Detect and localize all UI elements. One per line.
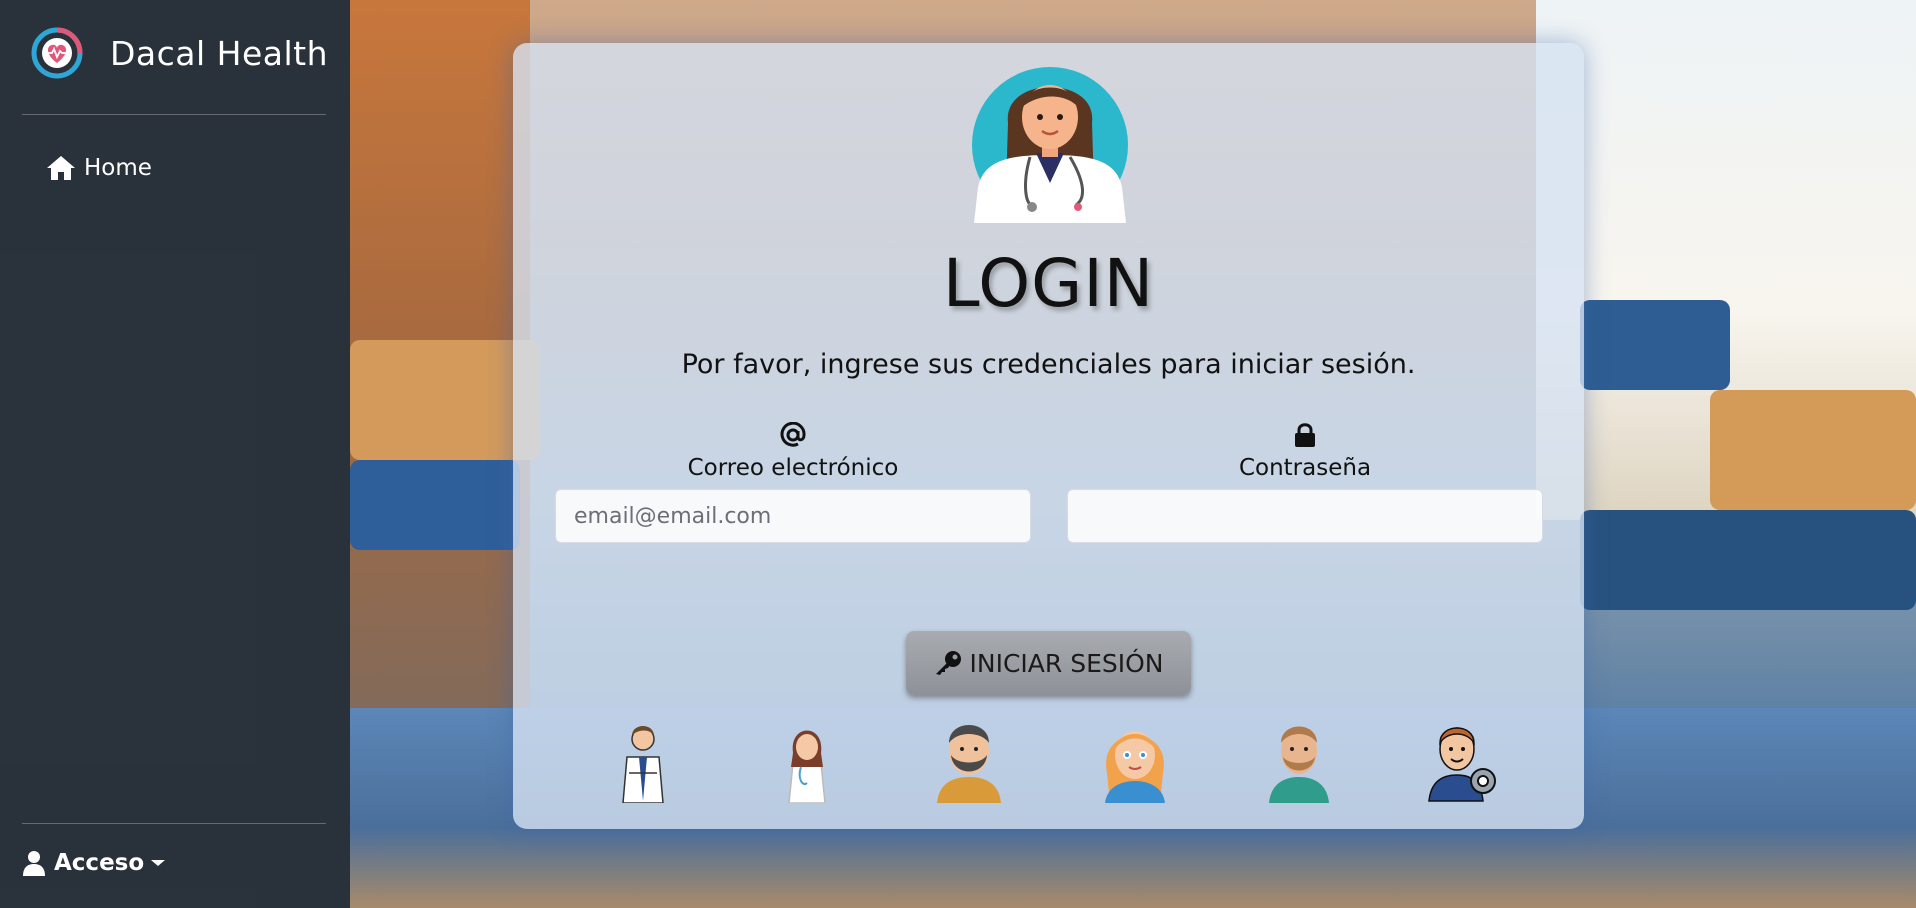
technician-gear-avatar[interactable] bbox=[1421, 713, 1501, 803]
password-label: Contraseña bbox=[1238, 455, 1372, 481]
caret-down-icon bbox=[151, 860, 166, 866]
doctor-male-avatar[interactable] bbox=[603, 713, 683, 803]
bearded-man-avatar[interactable] bbox=[929, 713, 1009, 803]
password-field[interactable] bbox=[1067, 489, 1543, 543]
login-subtitle: Por favor, ingrese sus credenciales para… bbox=[681, 349, 1416, 380]
brand[interactable]: Dacal Health bbox=[30, 26, 328, 80]
heart-pulse-logo-icon bbox=[31, 27, 83, 79]
home-icon bbox=[47, 156, 75, 180]
key-icon bbox=[935, 651, 961, 675]
access-dropdown[interactable]: Acceso bbox=[22, 850, 166, 876]
email-field[interactable] bbox=[555, 489, 1031, 543]
sidebar-item-label: Home bbox=[84, 155, 152, 181]
brand-name: Dacal Health bbox=[110, 33, 329, 73]
email-label: Correo electrónico bbox=[687, 455, 899, 481]
doctor-female-avatar[interactable] bbox=[767, 713, 847, 803]
user-icon bbox=[23, 851, 45, 876]
divider bbox=[22, 114, 326, 115]
login-button[interactable]: INICIAR SESIÓN bbox=[906, 631, 1191, 695]
sidebar-item-home[interactable]: Home bbox=[46, 154, 152, 182]
man-teal-shirt-avatar[interactable] bbox=[1259, 713, 1339, 803]
redhead-woman-avatar[interactable] bbox=[1095, 713, 1175, 803]
at-sign-icon bbox=[780, 422, 806, 447]
doctor-avatar-icon bbox=[972, 67, 1128, 223]
lock-icon bbox=[1295, 423, 1315, 447]
page-title: LOGIN bbox=[942, 245, 1155, 322]
login-button-label: INICIAR SESIÓN bbox=[969, 648, 1164, 678]
email-field-group: Correo electrónico bbox=[555, 421, 1031, 543]
login-card: LOGIN Por favor, ingrese sus credenciale… bbox=[513, 43, 1584, 829]
divider bbox=[22, 823, 326, 824]
password-field-group: Contraseña bbox=[1067, 421, 1543, 543]
role-avatars bbox=[603, 713, 1503, 803]
access-label: Acceso bbox=[54, 850, 145, 876]
sidebar: Dacal Health Home Acceso bbox=[0, 0, 350, 908]
